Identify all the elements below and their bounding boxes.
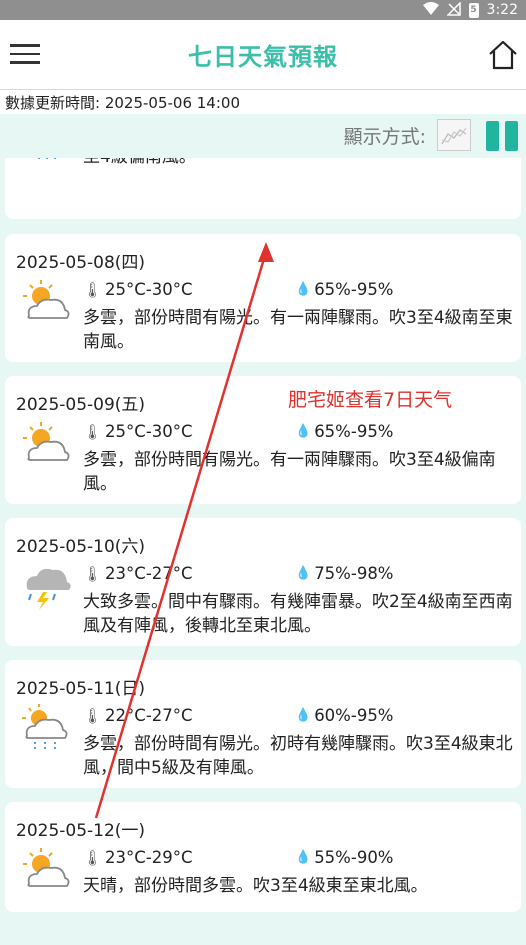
humidity-text: 75%-98% [314,564,394,583]
forecast-date: 2025-05-11(日) [16,679,146,699]
forecast-description: 多雲，部份時間有陽光。有一兩陣驟雨。吹3至4級偏南風。 [83,450,496,494]
no-signal-icon [445,0,461,19]
thermometer-icon: 🌡 [83,422,103,441]
humidity-range: 💧 75%-98% [295,564,394,583]
temperature-text: 23°C-29°C [105,848,193,867]
update-time-row: 數據更新時間: 2025-05-06 14:00 [0,90,526,114]
hamburger-menu-icon[interactable] [10,44,42,66]
forecast-date: 2025-05-09(五) [16,395,146,415]
forecast-date: 2025-05-10(六) [16,537,146,557]
sun-cloud-icon [19,846,73,894]
forecast-list: 多雲，短暫時間有陽光。有幾陣驟雨。初時有薄霧。吹2至4級偏南風。 2025-05… [0,158,526,945]
annotation-text: 肥宅姬查看7日天气 [288,389,453,411]
temperature-text: 22°C-27°C [105,706,193,725]
temperature-range: 🌡 22°C-27°C [83,706,193,725]
temperature-range: 🌡 25°C-30°C [83,422,193,441]
temperature-range: 🌡 23°C-29°C [83,848,193,867]
droplet-icon: 💧 [295,424,312,439]
humidity-range: 💧 65%-95% [295,280,394,299]
humidity-text: 65%-95% [314,422,394,441]
home-icon[interactable] [488,40,518,70]
thermometer-icon: 🌡 [83,706,103,725]
update-time-text: 數據更新時間: 2025-05-06 14:00 [5,93,240,112]
humidity-text: 65%-95% [314,280,394,299]
humidity-range: 💧 65%-95% [295,422,394,441]
list-view-icon[interactable] [486,121,518,151]
forecast-description: 天晴，部份時間多雲。吹3至4級東至東北風。 [83,876,428,896]
humidity-range: 💧 60%-95% [295,706,394,725]
droplet-icon: 💧 [295,566,312,581]
forecast-card: 2025-05-08(四) 🌡 25°C-30°C 💧 65%-95% 多雲，部份時… [5,234,521,362]
sun-cloud-rain-icon [19,158,73,162]
forecast-card: 2025-05-12(一) 🌡 23°C-29°C 💧 55%-90% 天晴，部份時… [5,802,521,912]
forecast-description: 多雲，部份時間有陽光。初時有幾陣驟雨。吹3至4級東北風，間中5級及有陣風。 [83,734,513,778]
droplet-icon: 💧 [295,708,312,723]
temperature-range: 🌡 25°C-30°C [83,280,193,299]
forecast-card: 多雲，短暫時間有陽光。有幾陣驟雨。初時有薄霧。吹2至4級偏南風。 [5,158,521,219]
forecast-date: 2025-05-12(一) [16,821,146,841]
forecast-description: 大致多雲。間中有驟雨。有幾陣雷暴。吹2至4級南至西南風及有陣風，後轉北至東北風。 [83,592,513,636]
thunderstorm-icon [19,560,73,610]
display-mode-row: 顯示方式: [0,114,526,158]
status-bar: 5 3:22 [0,0,526,20]
temperature-range: 🌡 23°C-27°C [83,564,193,583]
forecast-description: 多雲，短暫時間有陽光。有幾陣驟雨。初時有薄霧。吹2至4級偏南風。 [83,158,515,169]
thermometer-icon: 🌡 [83,848,103,867]
wifi-icon [422,2,439,18]
humidity-range: 💧 55%-90% [295,848,394,867]
temperature-text: 25°C-30°C [105,422,193,441]
status-time: 3:22 [486,2,518,18]
sun-cloud-icon [19,278,73,326]
battery-icon: 5 [468,2,479,18]
temperature-text: 25°C-30°C [105,280,193,299]
chart-view-icon[interactable] [437,119,471,151]
forecast-card: 2025-05-10(六) 🌡 23°C-27°C 💧 75%-98% 大致多雲。間… [5,518,521,646]
humidity-text: 60%-95% [314,706,394,725]
sun-cloud-icon [19,420,73,468]
app-bar: 七日天氣預報 [0,20,526,90]
sun-cloud-rain-icon [19,704,73,752]
temperature-text: 23°C-27°C [105,564,193,583]
thermometer-icon: 🌡 [83,280,103,299]
droplet-icon: 💧 [295,282,312,297]
humidity-text: 55%-90% [314,848,394,867]
thermometer-icon: 🌡 [83,564,103,583]
droplet-icon: 💧 [295,850,312,865]
display-mode-label: 顯示方式: [343,126,426,148]
forecast-date: 2025-05-08(四) [16,253,146,273]
page-title: 七日天氣預報 [188,43,338,71]
forecast-card: 2025-05-11(日) 🌡 22°C-27°C 💧 60%-95% 多雲，部份時… [5,660,521,788]
forecast-description: 多雲，部份時間有陽光。有一兩陣驟雨。吹3至4級南至東南風。 [83,308,513,352]
